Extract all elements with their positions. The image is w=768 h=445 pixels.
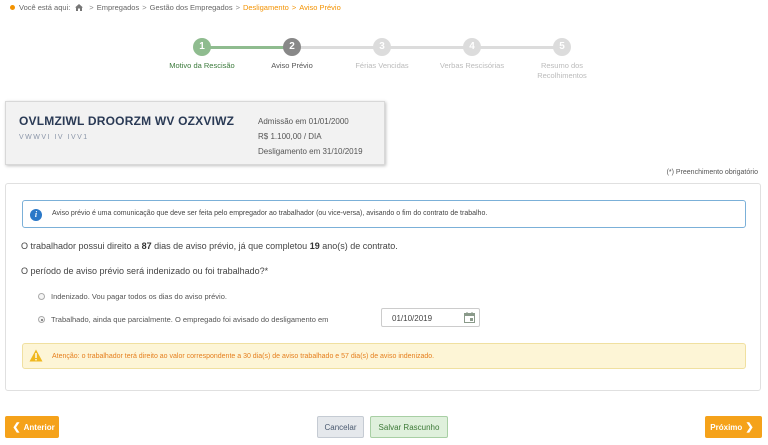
step-1-circle[interactable]: 1 [193,38,211,56]
notice-question: O período de aviso prévio será indenizad… [21,266,269,276]
breadcrumb: Você está aqui: > Empregados > Gestão do… [10,3,341,12]
notice-date-value: 01/10/2019 [392,314,433,323]
entitlement-part3: ano(s) de contrato. [319,241,398,251]
progress-stepper: 1 2 3 4 5 Motivo da Rescisão Aviso Prévi… [150,36,610,86]
save-draft-button-label: Salvar Rascunho [378,422,440,432]
calendar-icon[interactable] [464,312,475,323]
warning-text: Atenção: o trabalhador terá direito ao v… [52,353,435,360]
entitlement-text: O trabalhador possui direito a 87 dias d… [21,241,398,251]
employee-details: Admissão em 01/01/2000 R$ 1.100,00 / DIA… [258,114,363,159]
step-4-label: Verbas Rescisórias [439,61,505,70]
option-worked[interactable]: Trabalhado, ainda que parcialmente. O em… [38,315,328,324]
breadcrumb-separator: > [89,3,94,12]
previous-button[interactable]: ❮ Anterior [5,416,59,438]
breadcrumb-item-employee-management[interactable]: Gestão dos Empregados [150,3,233,12]
notice-days: 87 [141,241,152,251]
step-3-circle: 3 [373,38,391,56]
employee-name: OVLMZIWL DROORZM WV OZXVIWZ [19,114,235,128]
salary: R$ 1.100,00 / DIA [258,132,322,141]
warning-alert: Atenção: o trabalhador terá direito ao v… [22,343,746,369]
step-2-label: Aviso Prévio [271,61,313,70]
chevron-right-icon: ❯ [745,421,754,433]
previous-button-label: Anterior [23,422,55,432]
step-1-label[interactable]: Motivo da Rescisão [157,61,247,71]
notice-date-input[interactable]: 01/10/2019 [381,308,480,327]
info-alert: i Aviso prévio é uma comunicação que dev… [22,200,746,228]
entitlement-part2: dias de aviso prévio, já que completou [151,241,310,251]
info-icon: i [30,209,42,221]
cancel-button[interactable]: Cancelar [317,416,364,438]
step-connector [292,46,382,49]
warning-icon [29,349,43,362]
employee-card: OVLMZIWL DROORZM WV OZXVIWZ VWWVI IV IVV… [5,101,385,165]
required-fields-note: (*) Preenchimento obrigatório [666,169,758,176]
breadcrumb-item-termination[interactable]: Desligamento [243,3,289,12]
step-2-circle: 2 [283,38,301,56]
entitlement-part1: O trabalhador possui direito a [21,241,142,251]
radio-indemnified[interactable] [38,293,45,300]
step-connector [202,46,292,49]
breadcrumb-separator: > [291,3,297,12]
save-draft-button[interactable]: Salvar Rascunho [370,416,448,438]
cancel-button-label: Cancelar [324,422,357,432]
breadcrumb-item-employees[interactable]: Empregados [97,3,140,12]
bullet-icon [10,5,15,10]
employee-id: VWWVI IV IVV1 [19,134,89,141]
breadcrumb-separator: > [142,3,147,12]
step-connector [382,46,472,49]
next-button-label: Próximo [710,422,743,432]
next-button[interactable]: Próximo ❯ [705,416,762,438]
notice-panel: i Aviso prévio é uma comunicação que dev… [5,183,761,391]
step-5-label: Resumo dos Recolhimentos [537,61,587,80]
chevron-left-icon: ❮ [12,421,21,433]
info-text: Aviso prévio é uma comunicação que deve … [52,210,488,217]
option-worked-label[interactable]: Trabalhado, ainda que parcialmente. O em… [51,315,328,324]
step-5-circle: 5 [553,38,571,56]
step-3-label: Férias Vencidas [355,61,409,70]
option-indemnified-label[interactable]: Indenizado. Vou pagar todos os dias do a… [51,292,227,301]
breadcrumb-separator: > [235,3,240,12]
step-4-circle: 4 [463,38,481,56]
option-indemnified[interactable]: Indenizado. Vou pagar todos os dias do a… [38,292,227,301]
breadcrumb-item-notice: Aviso Prévio [299,3,341,12]
contract-years: 19 [309,241,320,251]
breadcrumb-prefix: Você está aqui: [19,3,71,12]
admission-date: Admissão em 01/01/2000 [258,117,349,126]
termination-date: Desligamento em 31/10/2019 [258,147,363,156]
step-connector [472,46,562,49]
home-icon[interactable] [75,4,84,11]
radio-worked[interactable] [38,316,45,323]
